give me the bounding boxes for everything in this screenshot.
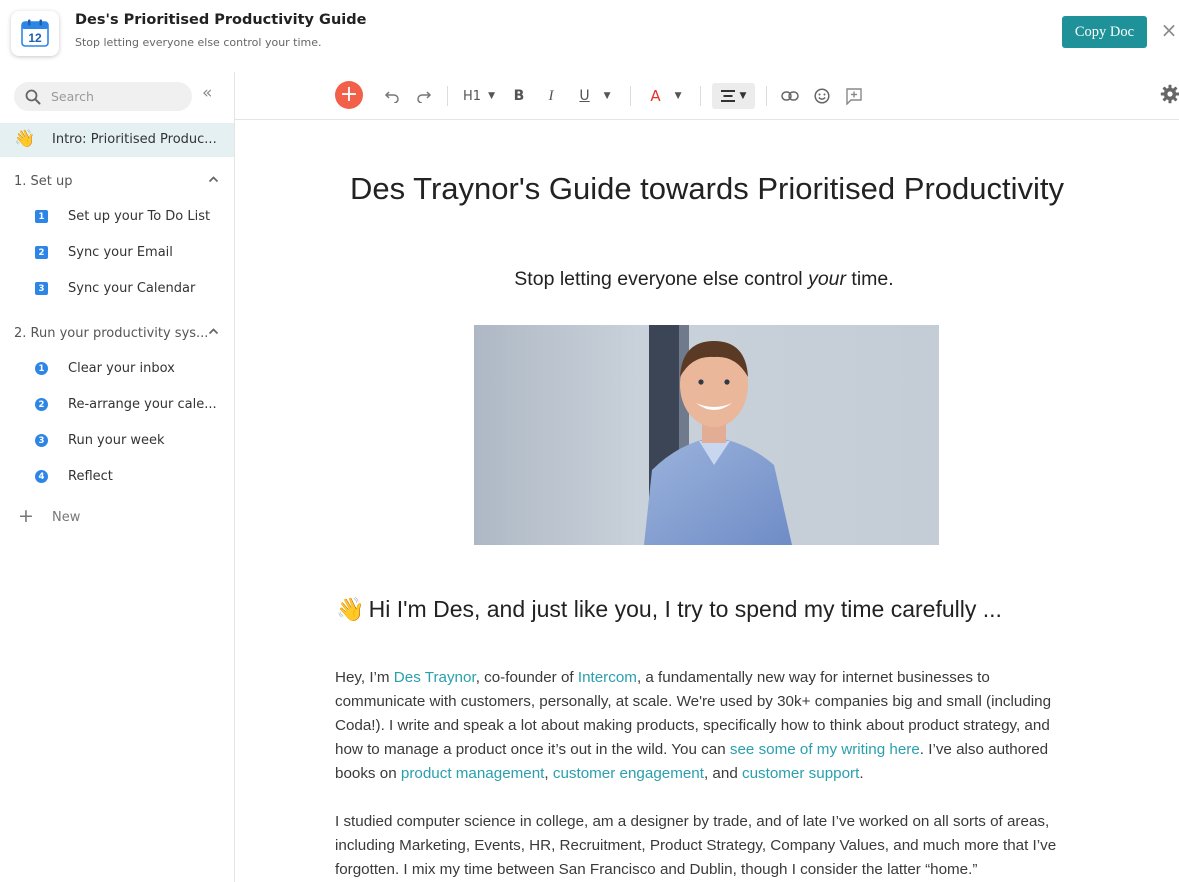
link-customer-engagement[interactable]: customer engagement <box>553 765 704 782</box>
text-color-dropdown[interactable]: A ▼ <box>645 84 687 108</box>
paragraph-text: . <box>859 765 864 782</box>
underline-dropdown[interactable]: U ▼ <box>575 84 615 108</box>
sidebar-item-label: Reflect <box>68 469 113 484</box>
calendar-day-number: 12 <box>28 31 42 45</box>
sidebar-item-label: Re-arrange your cale... <box>68 397 217 412</box>
heading-dropdown[interactable]: H1 ▼ <box>461 84 497 108</box>
document-subtitle: Stop letting everyone else control your … <box>335 268 1073 291</box>
number-badge: 3 <box>35 434 48 447</box>
paragraph-text: , <box>544 765 553 782</box>
sidebar-item-label: Set up your To Do List <box>68 209 211 224</box>
top-bar: 12 Des's Prioritised Productivity Guide … <box>0 0 1179 72</box>
number-badge: 1 <box>35 210 48 223</box>
section-label: 1. Set up <box>14 174 73 189</box>
number-badge: 2 <box>35 246 48 259</box>
section-run-productivity-system[interactable]: 2. Run your productivity sys... <box>14 326 219 341</box>
waving-hand-icon: 👋 <box>336 596 365 622</box>
close-icon[interactable]: × <box>1160 20 1178 40</box>
sidebar-item-intro[interactable]: 👋 Intro: Prioritised Produc... <box>0 123 234 157</box>
caret-down-icon: ▼ <box>674 91 682 101</box>
link-customer-support[interactable]: customer support <box>742 765 859 782</box>
bold-button[interactable]: B <box>509 84 529 108</box>
text-color-label: A <box>650 87 661 105</box>
align-center-dropdown[interactable]: ▼ <box>712 83 755 109</box>
sidebar-item-run-week[interactable]: 3 Run your week <box>0 426 234 456</box>
section-label: 2. Run your productivity sys... <box>14 326 209 341</box>
calendar-doc-icon: 12 <box>11 11 59 56</box>
sidebar-item-reflect[interactable]: 4 Reflect <box>0 462 234 492</box>
toolbar-divider <box>630 86 631 106</box>
paragraph-text: , and <box>703 765 742 782</box>
sidebar-item-rearrange-calendar[interactable]: 2 Re-arrange your cale... <box>0 390 234 420</box>
sidebar-item-label: Sync your Calendar <box>68 281 196 296</box>
link-writing[interactable]: see some of my writing here <box>730 741 920 758</box>
caret-down-icon: ▼ <box>603 91 611 101</box>
doc-title: Des's Prioritised Productivity Guide <box>75 12 367 28</box>
number-badge: 3 <box>35 282 48 295</box>
link-des-traynor[interactable]: Des Traynor <box>394 669 476 686</box>
toolbar-divider <box>700 86 701 106</box>
link-product-management[interactable]: product management <box>401 765 545 782</box>
copy-doc-button[interactable]: Copy Doc <box>1062 16 1147 48</box>
number-badge: 4 <box>35 470 48 483</box>
subtitle-text-end: time. <box>846 268 894 290</box>
portrait-photo <box>474 325 939 545</box>
number-badge: 2 <box>35 398 48 411</box>
align-center-icon <box>720 90 735 102</box>
sidebar-item-set-up-to-do-list[interactable]: 1 Set up your To Do List <box>0 202 234 232</box>
number-badge: 1 <box>35 362 48 375</box>
paragraph-text: Hey, I’m <box>335 669 394 686</box>
background-paragraph: I studied computer science in college, a… <box>335 813 1057 878</box>
collapse-sidebar-icon[interactable]: « <box>202 84 220 104</box>
caret-down-icon: ▼ <box>488 91 495 101</box>
chevron-up-icon[interactable] <box>208 174 219 188</box>
emoji-icon[interactable] <box>811 84 833 108</box>
plus-icon: + <box>18 505 34 527</box>
add-icon[interactable]: + <box>335 81 363 109</box>
new-page-button[interactable]: + New <box>0 503 234 531</box>
italic-button[interactable]: I <box>541 84 561 108</box>
gear-icon[interactable] <box>1160 84 1179 104</box>
section-heading-text: Hi I'm Des, and just like you, I try to … <box>368 596 1002 622</box>
sidebar-item-label: Clear your inbox <box>68 361 175 376</box>
section-set-up[interactable]: 1. Set up <box>14 174 219 189</box>
sidebar-item-label: Sync your Email <box>68 245 173 260</box>
sidebar-item-sync-calendar[interactable]: 3 Sync your Calendar <box>0 274 234 304</box>
undo-icon[interactable] <box>381 84 403 108</box>
sidebar-item-sync-email[interactable]: 2 Sync your Email <box>0 238 234 268</box>
waving-hand-icon: 👋 <box>14 129 36 149</box>
section-heading: 👋 Hi I'm Des, and just like you, I try to… <box>336 596 1002 623</box>
link-intercom[interactable]: Intercom <box>578 669 637 686</box>
heading-label: H1 <box>463 88 482 104</box>
search-placeholder: Search <box>51 89 94 104</box>
toolbar-divider <box>447 86 448 106</box>
link-icon[interactable] <box>779 84 801 108</box>
sidebar: Search « 👋 Intro: Prioritised Produc... … <box>0 72 235 882</box>
add-comment-icon[interactable] <box>843 84 865 108</box>
caret-down-icon: ▼ <box>739 91 747 101</box>
redo-icon[interactable] <box>413 84 435 108</box>
subtitle-text: Stop letting everyone else control <box>514 268 809 290</box>
chevron-up-icon[interactable] <box>208 326 219 340</box>
paragraph-text: , co-founder of <box>475 669 578 686</box>
subtitle-emphasis: your <box>808 268 846 290</box>
search-input[interactable]: Search <box>14 82 192 111</box>
sidebar-item-label: Intro: Prioritised Produc... <box>52 132 217 147</box>
doc-subtitle: Stop letting everyone else control your … <box>75 36 322 49</box>
search-icon <box>25 89 41 105</box>
sidebar-item-clear-inbox[interactable]: 1 Clear your inbox <box>0 354 234 384</box>
document-title: Des Traynor's Guide towards Prioritised … <box>349 171 1064 206</box>
intro-paragraph: Hey, I’m Des Traynor, co-founder of Inte… <box>335 666 1080 786</box>
underline-label: U <box>579 88 590 104</box>
new-page-label: New <box>52 510 81 525</box>
editor-toolbar: + H1 ▼ B I U ▼ A ▼ ▼ <box>235 72 1179 120</box>
sidebar-item-label: Run your week <box>68 433 165 448</box>
toolbar-divider <box>766 86 767 106</box>
